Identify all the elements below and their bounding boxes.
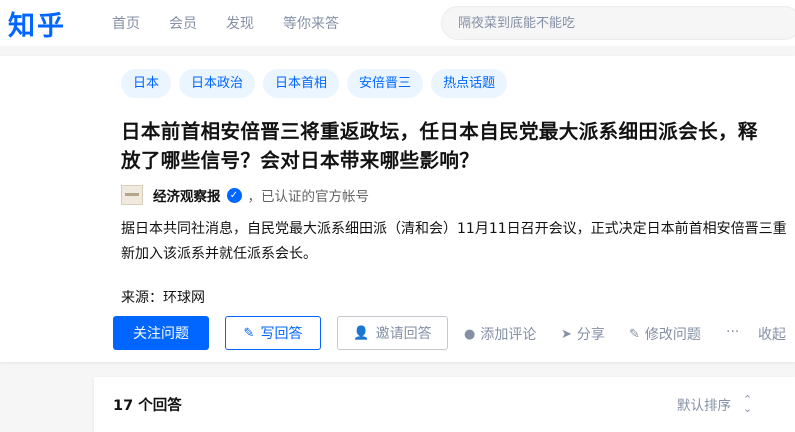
search-box: [441, 6, 795, 40]
sort-label: 默认排序: [677, 398, 731, 414]
sort-dropdown[interactable]: 默认排序 ⌃ ⌄: [677, 394, 752, 414]
author-name[interactable]: 经济观察报: [153, 185, 221, 205]
nav-item-discover[interactable]: 发现: [226, 13, 254, 33]
nav-item-waiting-answers[interactable]: 等你来答: [283, 13, 339, 33]
question-header-card: 日本 日本政治 日本首相 安倍晋三 热点话题 日本前首相安倍晋三将重返政坛，任日…: [0, 56, 795, 362]
zhihu-logo[interactable]: 知乎: [8, 4, 66, 43]
question-actions: 关注问题 ✎ 写回答 👤 邀请回答 ● 添加评论 ➤ 分享 ✎ 修改问题 ···…: [113, 316, 795, 350]
pencil-icon: ✎: [629, 326, 640, 342]
more-dots-icon: ···: [726, 324, 740, 340]
add-comment-button[interactable]: ● 添加评论: [464, 324, 536, 344]
top-navigation-bar: 知乎 首页 会员 发现 等你来答: [0, 0, 795, 46]
more-options-button[interactable]: ···: [726, 324, 739, 340]
topic-tag[interactable]: 安倍晋三: [347, 69, 424, 98]
topic-tag[interactable]: 热点话题: [431, 69, 508, 98]
question-author: 经济观察报 ✓ ，已认证的官方帐号: [121, 185, 369, 205]
write-answer-label: 写回答: [260, 326, 303, 342]
share-button[interactable]: ➤ 分享: [561, 324, 605, 344]
pencil-icon: ✎: [243, 325, 255, 341]
question-title: 日本前首相安倍晋三将重返政坛，任日本自民党最大派系细田派会长，释放了哪些信号？会…: [121, 120, 758, 172]
nav-item-home[interactable]: 首页: [112, 13, 140, 33]
question-detail: 据日本共同社消息，自民党最大派系细田派（清和会）11月11日召开会议，正式决定日…: [121, 221, 787, 262]
answers-list-card: 17 个回答 默认排序 ⌃ ⌄: [94, 377, 795, 432]
author-description: ，已认证的官方帐号: [247, 189, 370, 205]
sort-updown-icon: ⌃ ⌄: [743, 393, 753, 415]
comment-bubble-icon: ●: [464, 326, 476, 342]
author-avatar[interactable]: [121, 185, 143, 205]
collapse-button[interactable]: 收起: [758, 324, 786, 344]
collapse-label: 收起: [758, 327, 786, 343]
search-input[interactable]: [442, 7, 772, 39]
follow-question-label: 关注问题: [133, 326, 189, 342]
main-nav: 首页 会员 发现 等你来答: [112, 13, 368, 33]
write-answer-button[interactable]: ✎ 写回答: [225, 316, 321, 350]
invite-answer-button[interactable]: 👤 邀请回答: [337, 316, 448, 350]
follow-question-button[interactable]: 关注问题: [113, 316, 209, 350]
edit-question-button[interactable]: ✎ 修改问题: [629, 324, 701, 344]
topic-tag[interactable]: 日本: [121, 69, 172, 98]
nav-item-membership[interactable]: 会员: [169, 13, 197, 33]
paper-plane-icon: ➤: [561, 326, 572, 342]
share-label: 分享: [576, 327, 605, 343]
answers-count: 17 个回答: [113, 398, 182, 414]
add-comment-label: 添加评论: [480, 327, 537, 343]
invite-user-icon: 👤: [353, 325, 370, 341]
edit-question-label: 修改问题: [644, 327, 701, 343]
invite-answer-label: 邀请回答: [375, 326, 432, 342]
verified-check-icon: ✓: [226, 187, 242, 203]
topic-tag[interactable]: 日本首相: [263, 69, 340, 98]
topic-tag[interactable]: 日本政治: [179, 69, 256, 98]
topic-tags: 日本 日本政治 日本首相 安倍晋三 热点话题: [121, 69, 508, 98]
question-source: 来源：环球网: [121, 290, 205, 306]
